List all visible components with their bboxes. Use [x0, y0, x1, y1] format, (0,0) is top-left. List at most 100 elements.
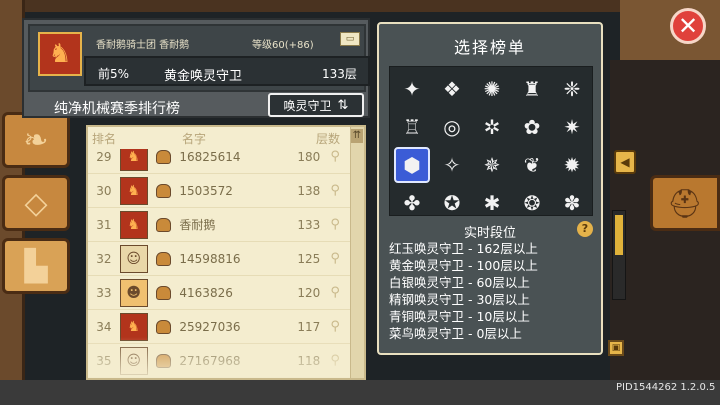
board-icon[interactable]: ✤	[394, 185, 430, 221]
scrollbar-thumb[interactable]	[615, 215, 623, 255]
avatar: ☻	[119, 278, 148, 307]
board-icon[interactable]: ✦	[394, 71, 430, 107]
switch-board-button[interactable]: 唤灵守卫 ⇅	[268, 93, 364, 117]
pet-icon	[155, 285, 172, 300]
podium-icon: ▙	[24, 248, 48, 284]
swap-arrows-icon: ⇅	[337, 97, 349, 113]
diamond-icon: ◇	[24, 185, 48, 221]
row-floor: 180	[297, 149, 321, 164]
tier-item: 白银唤灵守卫 - 60层以上	[389, 275, 530, 290]
board-icon[interactable]: ✺	[474, 71, 510, 107]
board-icon[interactable]: ❖	[434, 71, 470, 107]
board-icon-grid: ✦ ❖ ✺ ♜ ❈ ♖ ◎ ✲ ✿ ✷ ⬢ ✧ ✵ ❦ ✹ ✤ ✪ ✱ ❂ ✽	[389, 66, 593, 216]
magnifier-icon[interactable]: ⚲	[320, 217, 350, 232]
row-floor: 133	[297, 217, 321, 232]
tab-feather[interactable]: ❧	[2, 112, 70, 168]
list-scrollbar[interactable]: ⇈	[350, 127, 364, 378]
helmet-tab[interactable]: ⛑	[650, 175, 720, 231]
board-icon-selected[interactable]: ⬢	[394, 147, 430, 183]
row-name: 4163826	[179, 285, 233, 300]
tab-leaderboard[interactable]: ▙	[2, 238, 70, 294]
season-title: 纯净机械赛季排行榜	[54, 101, 180, 117]
helmet-icon: ⛑	[667, 186, 703, 220]
player-level: 等级60(+86)	[252, 40, 314, 51]
table-row[interactable]: 31 ♞ 香耐鹅 133 ⚲	[88, 207, 350, 241]
row-rank: 30	[96, 183, 112, 198]
board-icon[interactable]: ❂	[514, 185, 550, 221]
magnifier-icon[interactable]: ⚲	[320, 183, 350, 198]
list-fade	[88, 337, 350, 378]
close-icon: ✕	[677, 12, 699, 40]
row-name: 25927036	[179, 319, 241, 334]
board-icon[interactable]: ♖	[394, 109, 430, 145]
pet-icon	[155, 251, 172, 266]
close-button[interactable]: ✕	[670, 8, 706, 44]
magnifier-icon[interactable]: ⚲	[320, 149, 350, 164]
top-frame	[0, 0, 720, 12]
tier-item: 精钢唤灵守卫 - 30层以上	[389, 292, 530, 307]
magnifier-icon[interactable]: ⚲	[320, 251, 350, 266]
version-text: PID1544262 1.2.0.5	[616, 382, 716, 393]
help-icon[interactable]: ?	[577, 221, 593, 237]
rank-percent: 前5%	[98, 67, 130, 81]
ticket-icon[interactable]: ▭	[340, 32, 360, 46]
row-rank: 32	[96, 251, 112, 266]
pet-icon	[155, 149, 172, 164]
rank-title: 黄金唤灵守卫	[164, 69, 243, 84]
row-floor: 125	[297, 251, 321, 266]
player-rank-bar: 前5% 黄金唤灵守卫 133层	[84, 56, 370, 86]
pet-icon	[155, 183, 172, 198]
leaderboard-list[interactable]: 排名 名字 层数 29 ♞ 16825614 180 ⚲ 30 ♞ 150357…	[86, 125, 366, 380]
player-avatar: ♞	[38, 32, 82, 76]
row-rank: 31	[96, 217, 112, 232]
avatar: ♞	[119, 210, 148, 239]
board-icon[interactable]: ✪	[434, 185, 470, 221]
board-icon[interactable]: ✲	[474, 109, 510, 145]
row-rank: 29	[96, 149, 112, 164]
tier-item: 黄金唤灵守卫 - 100层以上	[389, 258, 538, 273]
board-icon[interactable]: ❈	[554, 71, 590, 107]
board-icon[interactable]: ✵	[474, 147, 510, 183]
scroll-top-icon[interactable]: ⇈	[351, 129, 363, 143]
magnifier-icon[interactable]: ⚲	[320, 285, 350, 300]
board-icon[interactable]: ❦	[514, 147, 550, 183]
switch-board-label: 唤灵守卫	[283, 98, 332, 113]
board-icon[interactable]: ✷	[554, 109, 590, 145]
select-board-panel: 选择榜单 ✦ ❖ ✺ ♜ ❈ ♖ ◎ ✲ ✿ ✷ ⬢ ✧ ✵ ❦ ✹ ✤ ✪ ✱…	[377, 22, 603, 355]
table-row[interactable]: 33 ☻ 4163826 120 ⚲	[88, 275, 350, 309]
tier-item: 青铜唤灵守卫 - 10层以上	[389, 309, 530, 324]
tier-item: 红玉唤灵守卫 - 162层以上	[389, 241, 538, 256]
table-row[interactable]: 32 ☺ 14598816 125 ⚲	[88, 241, 350, 275]
board-icon[interactable]: ◎	[434, 109, 470, 145]
avatar: ♞	[119, 176, 148, 205]
rank-floor: 133层	[322, 67, 357, 81]
header-floor: 层数	[315, 131, 340, 146]
tier-scrollbar[interactable]	[612, 210, 626, 300]
feather-icon: ❧	[23, 122, 49, 158]
header-rank: 排名	[92, 131, 117, 146]
row-floor: 117	[297, 319, 321, 334]
expand-icon[interactable]: ▣	[608, 340, 624, 356]
select-title: 选择榜单	[453, 38, 526, 57]
board-icon[interactable]: ✱	[474, 185, 510, 221]
tier-list: 红玉唤灵守卫 - 162层以上 黄金唤灵守卫 - 100层以上 白银唤灵守卫 -…	[389, 240, 593, 342]
board-icon[interactable]: ✿	[514, 109, 550, 145]
board-icon[interactable]: ♜	[514, 71, 550, 107]
row-rank: 34	[96, 319, 112, 334]
list-header: 排名 名字 层数	[88, 127, 350, 149]
board-icon[interactable]: ✧	[434, 147, 470, 183]
collapse-panel-icon[interactable]: ◀	[614, 150, 636, 174]
player-rank-panel: ♞ 香耐鹅骑士团 香耐鹅 等级60(+86) ▭ 前5% 黄金唤灵守卫 133层…	[22, 18, 370, 118]
player-info-box: ♞ 香耐鹅骑士团 香耐鹅 等级60(+86) ▭ 前5% 黄金唤灵守卫 133层	[28, 24, 370, 92]
guild-name: 香耐鹅骑士团 香耐鹅	[96, 40, 190, 51]
tab-diamond[interactable]: ◇	[2, 175, 70, 231]
row-name: 16825614	[179, 149, 241, 164]
row-name: 香耐鹅	[179, 218, 216, 232]
row-name: 14598816	[179, 251, 241, 266]
row-name: 1503572	[179, 183, 233, 198]
magnifier-icon[interactable]: ⚲	[320, 319, 350, 334]
live-rank-title: 实时段位	[463, 226, 516, 241]
board-icon[interactable]: ✽	[554, 185, 590, 221]
table-row[interactable]: 30 ♞ 1503572 138 ⚲	[88, 173, 350, 207]
board-icon[interactable]: ✹	[554, 147, 590, 183]
